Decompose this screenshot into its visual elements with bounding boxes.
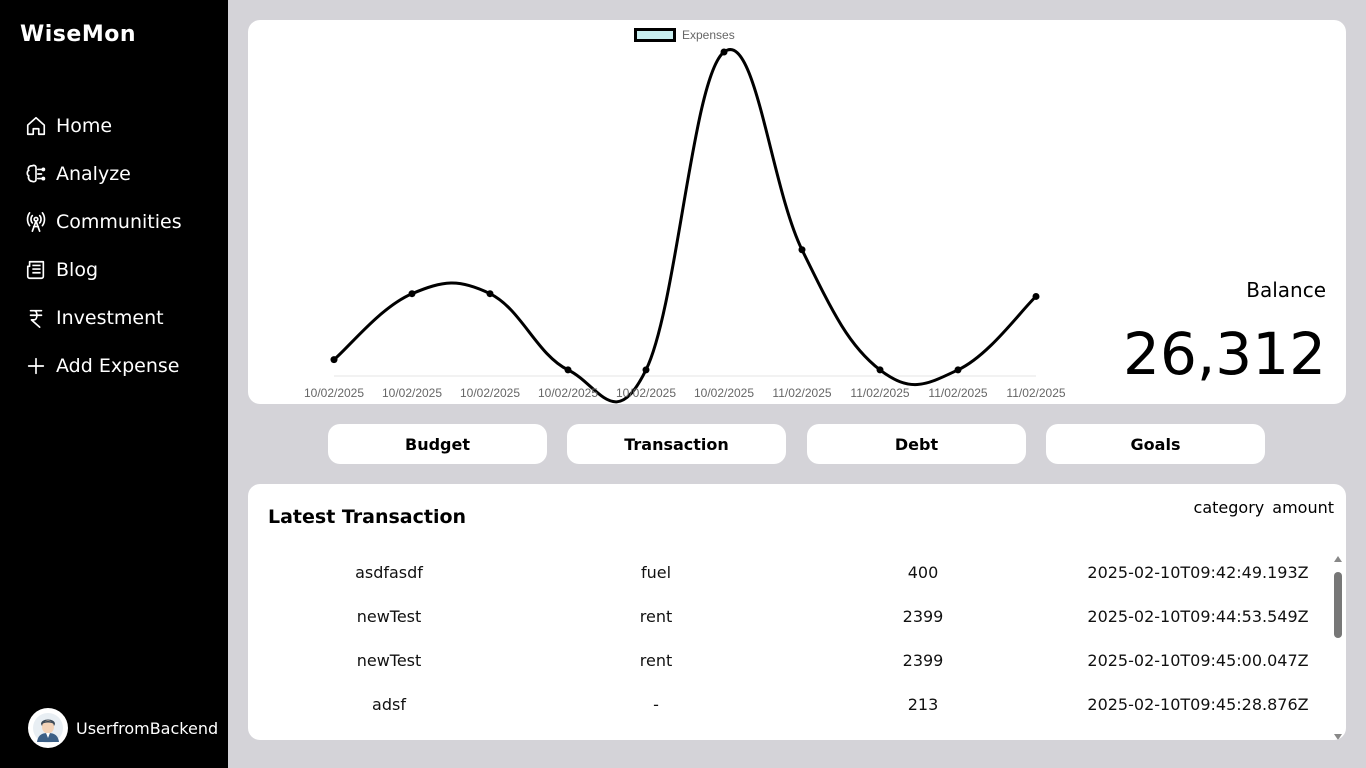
transaction-list[interactable]: asdfasdf fuel 400 2025-02-10T09:42:49.19… xyxy=(248,550,1332,726)
scroll-up-arrow-icon[interactable] xyxy=(1334,556,1342,562)
plus-icon xyxy=(24,354,48,378)
tx-timestamp: 2025-02-10T09:42:49.193Z xyxy=(1087,562,1309,582)
latest-transaction-card: Latest Transaction category amount asdfa… xyxy=(248,484,1346,740)
x-tick-label: 10/02/2025 xyxy=(304,386,364,400)
sidebar-item-label: Analyze xyxy=(56,163,131,185)
tx-amount: 400 xyxy=(907,562,939,582)
section-title: Latest Transaction xyxy=(268,506,467,528)
table-row[interactable]: asdfasdf fuel 400 2025-02-10T09:42:49.19… xyxy=(248,550,1332,594)
series-line-expenses xyxy=(333,48,1038,404)
sidebar-item-label: Add Expense xyxy=(56,355,180,377)
tx-timestamp: 2025-02-10T09:45:00.047Z xyxy=(1087,650,1309,670)
tx-timestamp: 2025-02-10T09:44:53.549Z xyxy=(1087,606,1309,626)
tx-category: - xyxy=(653,694,659,714)
user-profile[interactable]: UserfromBackend xyxy=(28,708,218,748)
tx-amount: 2399 xyxy=(902,606,944,626)
sidebar-item-label: Home xyxy=(56,115,113,137)
data-point[interactable] xyxy=(330,356,338,364)
tx-name: asdfasdf xyxy=(355,562,423,582)
x-tick-label: 10/02/2025 xyxy=(382,386,442,400)
balance-label: Balance xyxy=(1246,278,1326,302)
sidebar-item-label: Investment xyxy=(56,307,164,329)
tx-name: newTest xyxy=(356,606,422,626)
balance-value: 26,312 xyxy=(1123,320,1326,388)
data-point[interactable] xyxy=(720,48,728,56)
tab-budget[interactable]: Budget xyxy=(328,424,547,464)
x-tick-label: 10/02/2025 xyxy=(460,386,520,400)
x-tick-label: 11/02/2025 xyxy=(772,386,831,400)
sidebar-item-blog[interactable]: Blog xyxy=(0,246,228,294)
expenses-chart-card: Expenses 10/02/2025 10/02/2025 10/02/2025 1… xyxy=(248,20,1346,404)
tx-amount: 213 xyxy=(907,694,939,714)
table-row[interactable]: newTest rent 2399 2025-02-10T09:45:00.04… xyxy=(248,638,1332,682)
app-logo-title[interactable]: WiseMon xyxy=(20,22,136,47)
sidebar-item-add-expense[interactable]: Add Expense xyxy=(0,342,228,390)
tab-transaction[interactable]: Transaction xyxy=(567,424,786,464)
tx-amount: 2399 xyxy=(902,650,944,670)
tx-category: rent xyxy=(639,650,673,670)
scroll-down-arrow-icon[interactable] xyxy=(1334,734,1342,740)
tx-timestamp: 2025-02-10T09:45:28.876Z xyxy=(1087,694,1309,714)
sidebar-item-label: Blog xyxy=(56,259,98,281)
sidebar-item-home[interactable]: Home xyxy=(0,102,228,150)
user-avatar-icon[interactable] xyxy=(28,708,68,748)
sidebar-nav: Home Analyze Communities Blog Investment xyxy=(0,102,228,390)
data-point[interactable] xyxy=(408,290,416,298)
home-icon xyxy=(24,114,48,138)
sidebar: WiseMon Home Analyze Communities Blog In… xyxy=(0,0,228,768)
table-row[interactable]: adsf - 213 2025-02-10T09:45:28.876Z xyxy=(248,682,1332,726)
transaction-scrollbar[interactable] xyxy=(1332,556,1344,740)
tx-name: newTest xyxy=(356,650,422,670)
data-point[interactable] xyxy=(876,366,884,374)
tab-goals[interactable]: Goals xyxy=(1046,424,1265,464)
sidebar-item-investment[interactable]: Investment xyxy=(0,294,228,342)
data-point[interactable] xyxy=(1032,292,1040,300)
tx-category: rent xyxy=(639,606,673,626)
news-icon xyxy=(24,258,48,282)
x-tick-label: 10/02/2025 xyxy=(538,386,598,400)
x-tick-label: 11/02/2025 xyxy=(850,386,909,400)
scroll-thumb[interactable] xyxy=(1334,572,1342,638)
antenna-icon xyxy=(24,210,48,234)
user-name: UserfromBackend xyxy=(76,718,219,738)
data-point[interactable] xyxy=(486,290,494,298)
x-tick-label: 11/02/2025 xyxy=(928,386,987,400)
tx-name: adsf xyxy=(372,694,406,714)
x-tick-label: 11/02/2025 xyxy=(1006,386,1065,400)
brain-icon xyxy=(24,162,48,186)
data-point[interactable] xyxy=(564,366,572,374)
sort-by-amount[interactable]: amount xyxy=(1272,498,1334,517)
x-tick-label: 10/02/2025 xyxy=(694,386,754,400)
x-tick-label: 10/02/2025 xyxy=(616,386,676,400)
sort-by-category[interactable]: category xyxy=(1194,498,1265,517)
sidebar-item-communities[interactable]: Communities xyxy=(0,198,228,246)
table-row[interactable]: newTest rent 2399 2025-02-10T09:44:53.54… xyxy=(248,594,1332,638)
sidebar-item-label: Communities xyxy=(56,211,182,233)
rupee-icon xyxy=(24,306,48,330)
sidebar-item-analyze[interactable]: Analyze xyxy=(0,150,228,198)
data-point[interactable] xyxy=(642,366,650,374)
sort-options: category amount xyxy=(1194,498,1334,517)
data-point[interactable] xyxy=(954,366,962,374)
data-point[interactable] xyxy=(798,246,806,254)
tx-category: fuel xyxy=(640,562,672,582)
tab-debt[interactable]: Debt xyxy=(807,424,1026,464)
